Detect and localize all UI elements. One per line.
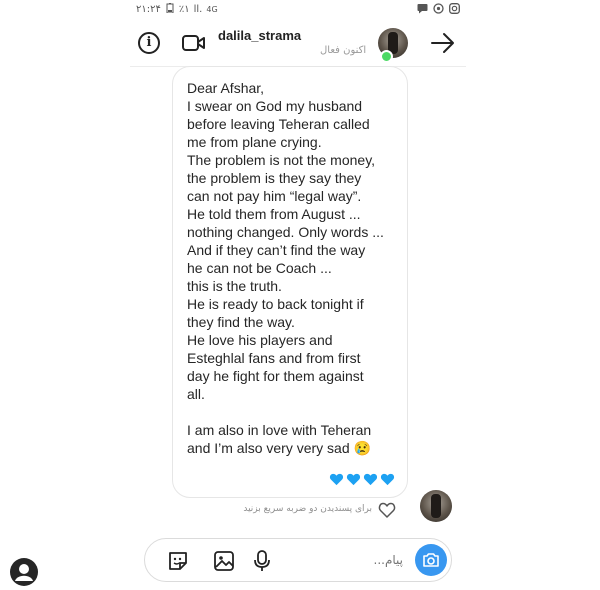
message-line: the problem is they say they xyxy=(187,170,362,186)
message-line: can not pay him “legal way”. xyxy=(187,188,362,204)
message-line: The problem is not the money, xyxy=(187,152,376,168)
message-line: Esteghlal fans and from first xyxy=(187,350,361,366)
status-time: ۲۱:۲۴ xyxy=(136,4,161,15)
heart-outline-icon[interactable] xyxy=(378,502,396,522)
online-indicator xyxy=(380,50,393,63)
message-line: me from plane crying. xyxy=(187,134,322,150)
sender-avatar[interactable] xyxy=(420,490,452,522)
message-line: He is ready to back tonight if xyxy=(187,296,364,312)
message-line xyxy=(187,403,405,421)
status-left: ۲۱:۲۴ ٪۱ ll. 4G xyxy=(136,3,218,16)
sticker-icon[interactable] xyxy=(167,550,189,576)
blue-heart-icon xyxy=(363,473,378,486)
profile-icon[interactable] xyxy=(10,558,38,586)
info-icon[interactable]: i xyxy=(138,32,160,54)
microphone-icon[interactable] xyxy=(253,550,271,576)
image-icon[interactable] xyxy=(213,550,235,576)
signal-icon: ll. xyxy=(193,4,203,15)
message-line: and I’m also very very sad 😢 xyxy=(187,440,371,456)
blue-heart-icon xyxy=(380,473,395,486)
phone-screen: ۲۱:۲۴ ٪۱ ll. 4G i dalila_strama اکنون فع… xyxy=(130,0,466,590)
chat-notification-icon xyxy=(417,3,428,17)
camera-icon[interactable] xyxy=(415,544,447,576)
message-line: I am also in love with Teheran xyxy=(187,422,372,438)
whatsapp-icon xyxy=(433,3,444,17)
blue-heart-icon xyxy=(329,473,344,486)
chat-username[interactable]: dalila_strama xyxy=(218,28,301,43)
chat-header: i dalila_strama اکنون فعال xyxy=(130,22,466,67)
blue-heart-icon xyxy=(346,473,361,486)
status-right xyxy=(417,3,460,17)
message-line: before leaving Teheran called xyxy=(187,116,370,132)
video-call-icon[interactable] xyxy=(182,34,206,56)
message-line: He love his players and xyxy=(187,332,333,348)
message-bubble[interactable]: Dear Afshar, I swear on God my husband b… xyxy=(172,66,408,498)
message-line: He told them from August ... xyxy=(187,206,361,222)
battery-level: ٪۱ xyxy=(178,4,190,15)
double-tap-hint: برای پسندیدن دو ضربه سریع بزنید xyxy=(243,504,372,514)
like-row: برای پسندیدن دو ضربه سریع بزنید xyxy=(220,502,400,520)
battery-icon xyxy=(165,3,175,16)
instagram-icon xyxy=(449,3,460,17)
message-input[interactable] xyxy=(337,549,403,571)
message-composer xyxy=(144,538,452,582)
message-line: Dear Afshar, xyxy=(187,80,265,96)
blue-hearts-reaction xyxy=(329,472,395,487)
message-line: all. xyxy=(187,386,205,402)
network-type: 4G xyxy=(206,5,218,14)
message-line: they find the way. xyxy=(187,314,295,330)
message-line: this is the truth. xyxy=(187,278,282,294)
message-line: And if they can’t find the way xyxy=(187,242,366,258)
message-line: I swear on God my husband xyxy=(187,98,363,114)
status-bar: ۲۱:۲۴ ٪۱ ll. 4G xyxy=(130,0,466,22)
arrow-right-icon[interactable] xyxy=(430,32,456,58)
message-line: he can not be Coach ... xyxy=(187,260,332,276)
active-status: اکنون فعال xyxy=(320,45,367,56)
message-line: day he fight for them against xyxy=(187,368,364,384)
message-line: nothing changed. Only words ... xyxy=(187,224,384,240)
message-text: Dear Afshar, I swear on God my husband b… xyxy=(187,79,405,457)
